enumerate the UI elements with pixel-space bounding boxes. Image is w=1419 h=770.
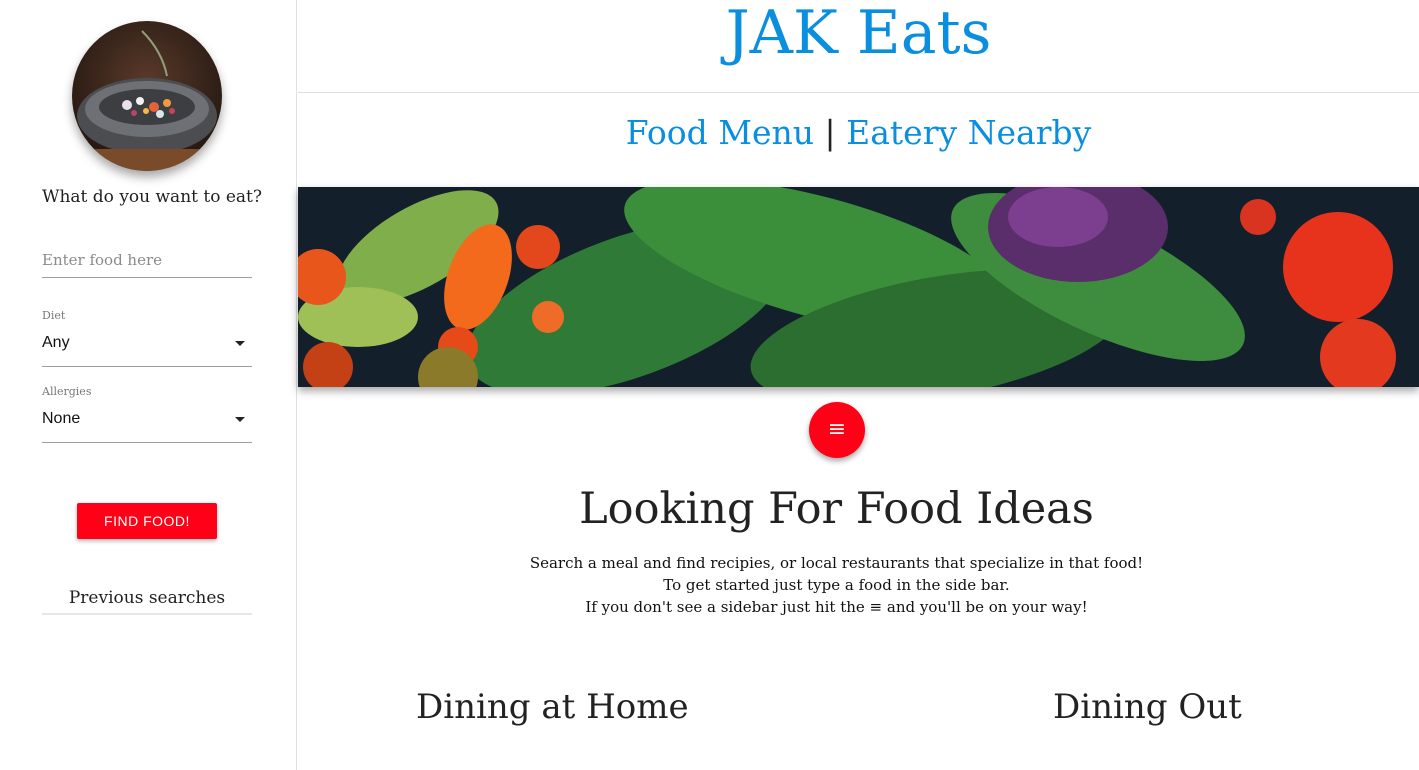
dining-out-heading: Dining Out	[1053, 687, 1242, 727]
hamburger-menu-button[interactable]: ≡	[809, 402, 865, 458]
food-input-wrapper	[42, 243, 252, 278]
caret-down-icon	[235, 341, 245, 346]
section-heading: Looking For Food Ideas	[579, 484, 1094, 534]
allergies-select[interactable]: None	[42, 404, 252, 443]
hero-vegetables-banner	[298, 187, 1419, 387]
allergies-select-value: None	[42, 410, 81, 427]
intro-line: If you don't see a sidebar just hit the …	[585, 598, 1088, 616]
caret-down-icon	[235, 417, 245, 422]
previous-searches-title: Previous searches	[42, 588, 252, 615]
find-food-button[interactable]: FIND FOOD!	[77, 503, 217, 539]
site-title: JAK Eats	[725, 0, 992, 68]
nav-link-food-menu[interactable]: Food Menu	[626, 113, 814, 152]
intro-text: Search a meal and find recipies, or loca…	[298, 552, 1375, 618]
hamburger-menu-icon: ≡	[827, 417, 847, 442]
avatar-food-bowl-image	[72, 21, 222, 171]
intro-line: To get started just type a food in the s…	[663, 576, 1010, 594]
top-nav: Food Menu | Eatery Nearby	[298, 113, 1419, 152]
search-prompt: What do you want to eat?	[42, 187, 262, 207]
food-search-input[interactable]	[42, 243, 252, 277]
dining-at-home-heading: Dining at Home	[416, 687, 689, 727]
intro-line: Search a meal and find recipies, or loca…	[529, 554, 1144, 572]
main-content: JAK Eats Food Menu | Eatery Nearby ≡ Loo…	[298, 0, 1419, 770]
nav-separator: |	[824, 113, 836, 152]
sidebar: What do you want to eat? Diet Any Allerg…	[0, 0, 297, 770]
header-divider	[298, 92, 1419, 93]
diet-select[interactable]: Any	[42, 328, 252, 367]
allergies-label: Allergies	[42, 385, 92, 398]
diet-select-value: Any	[42, 334, 70, 351]
diet-label: Diet	[42, 309, 66, 322]
nav-link-eatery-nearby[interactable]: Eatery Nearby	[846, 113, 1091, 152]
